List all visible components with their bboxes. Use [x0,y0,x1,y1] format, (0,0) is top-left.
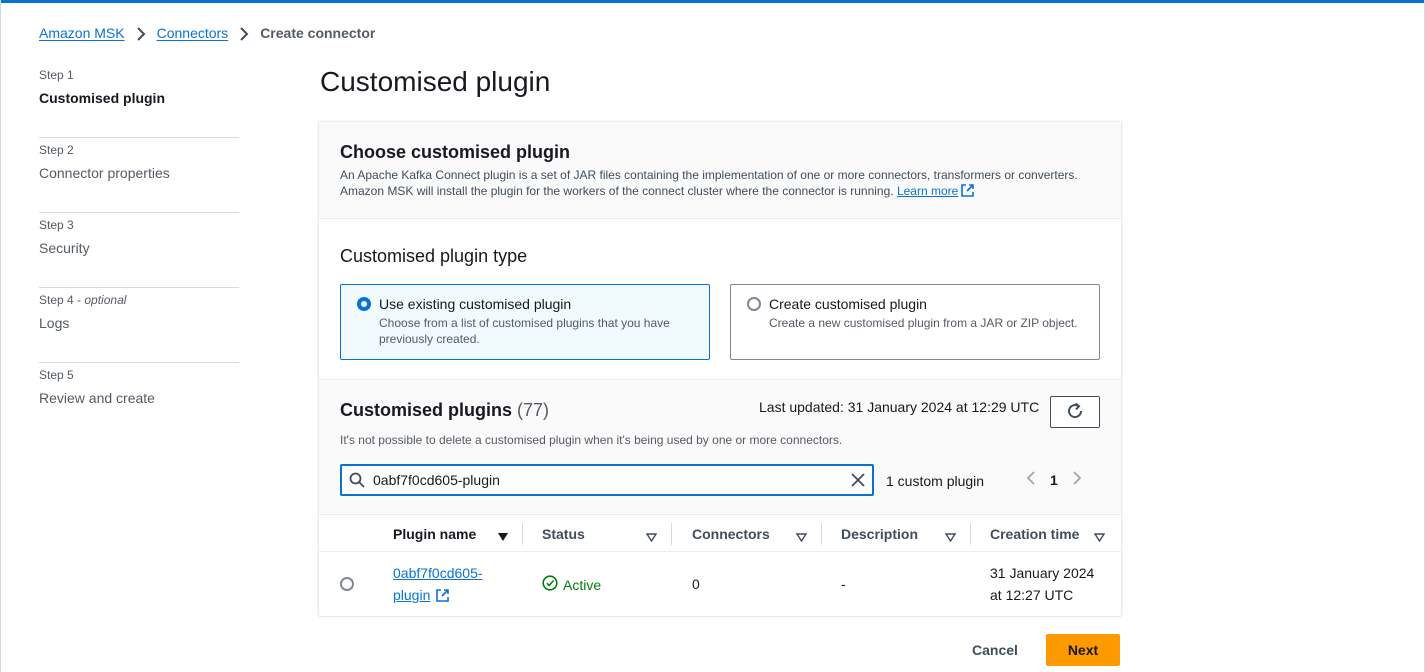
breadcrumb-amazon-msk[interactable]: Amazon MSK [39,25,125,41]
radio-button-selected[interactable] [357,297,371,311]
connectors-cell: 0 [692,576,700,592]
plugins-count: (77) [517,400,550,420]
search-input[interactable] [373,470,833,490]
column-status[interactable]: Status [542,515,670,553]
choose-plugin-description: An Apache Kafka Connect plugin is a set … [340,167,1110,201]
breadcrumb-connectors[interactable]: Connectors [157,25,229,41]
column-plugin-name[interactable]: Plugin name [393,515,521,553]
top-accent-bar [1,0,1424,3]
container-header: Choose customised plugin An Apache Kafka… [319,122,1121,219]
step-title: Logs [39,315,70,331]
learn-more-link[interactable]: Learn more [897,184,958,198]
choose-plugin-title: Choose customised plugin [340,142,571,162]
sort-icon [795,529,808,545]
match-count: 1 custom plugin [886,473,985,489]
search-icon [349,472,365,493]
tile-use-existing-plugin[interactable]: Use existing customised plugin Choose fr… [340,284,710,360]
column-divider [671,523,672,545]
column-description[interactable]: Description [841,515,969,553]
sort-icon [944,529,957,545]
cancel-button[interactable]: Cancel [959,634,1031,666]
chevron-right-icon [228,25,260,42]
external-link-icon [961,184,975,201]
step-3[interactable]: Step 3 Security [39,213,239,288]
sort-desc-icon [497,529,509,545]
last-updated-text: Last updated: 31 January 2024 at 12:29 U… [759,399,1040,415]
current-page[interactable]: 1 [1050,472,1058,488]
radio-button[interactable] [747,297,761,311]
step-5[interactable]: Step 5 Review and create [39,363,239,438]
creation-time-cell: 31 January 2024 at 12:27 UTC [990,565,1095,603]
step-title: Security [39,240,90,256]
table-header: Plugin name Status Connectors Descriptio… [319,514,1121,552]
step-number: Step 3 [39,218,74,232]
column-divider [970,523,971,545]
tile-label: Create customised plugin [769,296,927,312]
refresh-icon [1066,402,1084,423]
row-radio-button[interactable] [340,577,354,591]
chevron-left-icon[interactable] [1026,470,1036,489]
step-title: Connector properties [39,165,170,181]
optional-tag: optional [84,293,127,307]
plugins-table-description: It's not possible to delete a customised… [340,433,843,447]
refresh-button[interactable] [1050,396,1100,428]
column-connectors[interactable]: Connectors [692,515,820,553]
tile-description: Choose from a list of customised plugins… [379,316,670,346]
tile-description: Create a new customised plugin from a JA… [769,316,1078,330]
customised-plugin-container: Choose customised plugin An Apache Kafka… [319,122,1121,616]
plugins-table-section: Customised plugins (77) Last updated: 31… [319,379,1121,616]
plugin-type-label: Customised plugin type [340,246,528,266]
step-2[interactable]: Step 2 Connector properties [39,138,239,213]
status-cell: Active [542,575,601,594]
step-title: Customised plugin [39,90,165,106]
plugin-name-cell: 0abf7f0cd605- plugin [393,562,483,606]
step-number: Step 1 [39,68,74,82]
wizard-steps: Step 1 Customised plugin Step 2 Connecto… [39,63,239,438]
breadcrumb-current: Create connector [260,25,376,42]
status-success-icon [542,575,558,594]
step-number: Step 5 [39,368,74,382]
page-title: Customised plugin [320,66,551,97]
plugin-search-box[interactable] [340,464,874,496]
external-link-icon [436,589,450,605]
step-4[interactable]: Step 4 - optional Logs [39,288,239,363]
sort-icon [1093,529,1106,545]
tile-create-plugin[interactable]: Create customised plugin Create a new cu… [730,284,1100,360]
column-divider [522,523,523,545]
pagination: 1 [1026,470,1082,489]
step-title: Review and create [39,390,155,406]
step-number: Step 2 [39,143,74,157]
plugins-table-title: Customised plugins (77) [340,400,550,420]
step-1: Step 1 Customised plugin [39,63,239,138]
next-button[interactable]: Next [1046,634,1120,666]
chevron-right-icon[interactable] [1072,470,1082,489]
sort-icon [645,529,658,545]
description-cell: - [841,576,846,592]
chevron-right-icon [125,25,157,42]
step-number: Step 4 - optional [39,293,127,307]
clear-icon[interactable] [850,472,866,493]
tile-label: Use existing customised plugin [379,296,572,312]
column-divider [821,523,822,545]
breadcrumb: Amazon MSK Connectors Create connector [39,25,375,41]
table-row[interactable]: 0abf7f0cd605- plugin Active 0 - 31 Januar… [319,552,1121,616]
column-creation-time[interactable]: Creation time [990,515,1118,553]
